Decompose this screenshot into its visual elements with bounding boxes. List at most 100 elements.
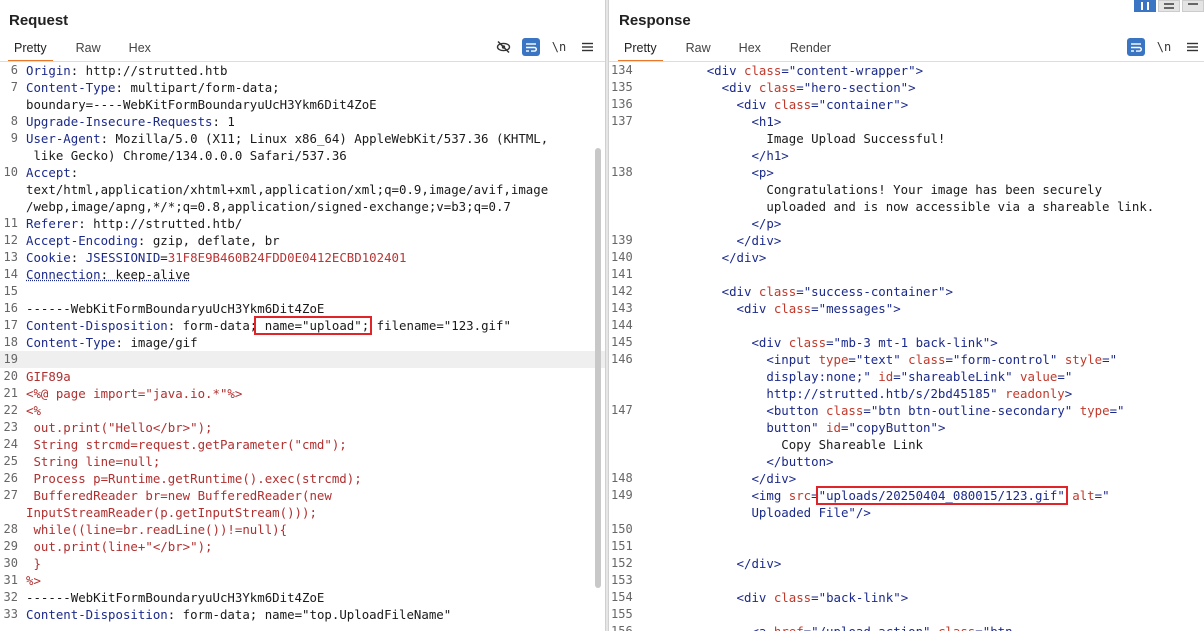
request-code-line: 6 Origin: http://strutted.htb [0, 62, 605, 79]
code-text: </div> [643, 470, 796, 487]
line-number: 135 [611, 80, 633, 94]
request-code-line: 32 ------WebKitFormBoundaryuUcH3Ykm6Dit4Z… [0, 589, 605, 606]
response-code-line: Image Upload Successful! [609, 130, 1204, 147]
tab-render[interactable]: Render [790, 38, 831, 62]
token: class [773, 97, 812, 112]
code-text: <%@ page import="java.io.*"%> [22, 385, 242, 402]
tab-raw[interactable]: Raw [76, 38, 101, 62]
token: Content-Disposition [26, 607, 168, 622]
request-code-line: 30 } [0, 555, 605, 572]
line-number: 18 [3, 335, 18, 349]
token: /> [855, 505, 871, 520]
token: = [848, 352, 856, 367]
request-editor[interactable]: 6 Origin: http://strutted.htb 7 Content-Typ… [0, 62, 605, 631]
code-text: /webp,image/apng,*/*;q=0.8,application/s… [22, 198, 511, 215]
token: <div [736, 590, 774, 605]
response-code-line: 144 [609, 317, 1204, 334]
eye-slash-icon[interactable] [494, 38, 512, 56]
code-text: <h1> [643, 113, 781, 130]
token: text/html,application/xhtml+xml,applicat… [26, 182, 549, 197]
code-text: <img src = "uploads/20250404_080015/123.gi… [643, 486, 1110, 505]
token: alt [1072, 488, 1095, 503]
token: : image/gif [115, 335, 198, 350]
response-title: Response [619, 12, 691, 29]
response-code-line: display:none;" id="shareableLink" value=… [609, 368, 1204, 385]
token: <img [751, 488, 789, 503]
tab-raw[interactable]: Raw [686, 38, 711, 62]
token: Congratulations! Your image has been sec… [766, 182, 1103, 197]
line-number: 13 [3, 250, 18, 264]
token: type [1079, 403, 1110, 418]
token: > [900, 97, 909, 112]
tab-pretty[interactable]: Pretty [618, 38, 663, 62]
request-code-line: 25 String line=null; [0, 453, 605, 470]
wrap-icon[interactable] [1127, 38, 1145, 56]
code-text: Content-Disposition: form-data; name="up… [22, 316, 511, 335]
response-code-line: 137 <h1> [609, 113, 1204, 130]
code-text: </button> [643, 453, 833, 470]
line-number: 11 [3, 216, 18, 230]
request-scrollbar[interactable] [595, 148, 601, 588]
code-text: %> [22, 572, 41, 589]
code-text: <p> [643, 164, 773, 181]
code-text: User-Agent: Mozilla/5.0 (X11; Linux x86_… [22, 130, 548, 147]
response-code-line: 156 <a href="/upload.action" class="btn [609, 623, 1204, 631]
token: = [811, 590, 819, 605]
response-code-line: 152 </div> [609, 555, 1204, 572]
token: out.print(line+"</br>"); [26, 539, 213, 554]
tab-hex[interactable]: Hex [129, 38, 151, 62]
code-text: String line=null; [22, 453, 160, 470]
token: </div> [751, 471, 797, 486]
newline-toggle[interactable]: \n [1155, 38, 1173, 56]
response-editor[interactable]: 134 <div class="content-wrapper"> 135 <di… [609, 62, 1204, 631]
code-text: uploaded and is now accessible via a sha… [643, 198, 1154, 215]
token: > [915, 63, 924, 78]
line-number: 29 [3, 539, 18, 553]
token: Image Upload Successful! [766, 131, 946, 146]
layout-columns-icon[interactable] [1134, 0, 1156, 12]
line-number [609, 368, 643, 385]
token: "content-wrapper" [788, 63, 916, 78]
layout-rows-icon[interactable] [1158, 0, 1180, 12]
line-number: 6 [10, 63, 18, 77]
request-code-line: InputStreamReader(p.getInputStream())); [0, 504, 605, 521]
line-number [609, 436, 643, 453]
request-code-line: 8 Upgrade-Insecure-Requests: 1 [0, 113, 605, 130]
request-code-line: 22 <% [0, 402, 605, 419]
line-number: 147 [611, 403, 633, 417]
wrap-icon[interactable] [522, 38, 540, 56]
code-text: </p> [643, 215, 781, 232]
token: "messages" [818, 301, 894, 316]
line-number: 28 [3, 522, 18, 536]
token: <div [721, 284, 759, 299]
line-number: 144 [611, 318, 633, 332]
tab-hex[interactable]: Hex [739, 38, 761, 62]
response-code-line: 151 [609, 538, 1204, 555]
menu-icon[interactable] [578, 38, 596, 56]
request-code-line: /webp,image/apng,*/*;q=0.8,application/s… [0, 198, 605, 215]
token: "text" [855, 352, 901, 367]
tab-pretty[interactable]: Pretty [8, 38, 53, 62]
line-number: 23 [3, 420, 18, 434]
request-code-line: 16 ------WebKitFormBoundaryuUcH3Ykm6Dit4Z… [0, 300, 605, 317]
menu-icon[interactable] [1183, 38, 1201, 56]
line-number: 155 [611, 607, 633, 621]
response-code-line: 147 <button class="btn btn-outline-secon… [609, 402, 1204, 419]
response-code-line: 154 <div class="back-link"> [609, 589, 1204, 606]
code-text: Accept: [22, 164, 78, 181]
line-number [609, 130, 643, 147]
newline-toggle[interactable]: \n [550, 38, 568, 56]
token: Content-Disposition [26, 318, 168, 333]
line-number [609, 181, 643, 198]
token: uploaded and is now accessible via a sha… [766, 199, 1155, 214]
layout-tabs-icon[interactable] [1182, 0, 1204, 12]
response-code-line: Congratulations! Your image has been sec… [609, 181, 1204, 198]
code-text: <div class="back-link"> [643, 589, 909, 606]
token: " [1117, 403, 1125, 418]
token: class [744, 63, 782, 78]
token: class [938, 624, 975, 631]
code-text: Accept-Encoding: gzip, deflate, br [22, 232, 280, 249]
